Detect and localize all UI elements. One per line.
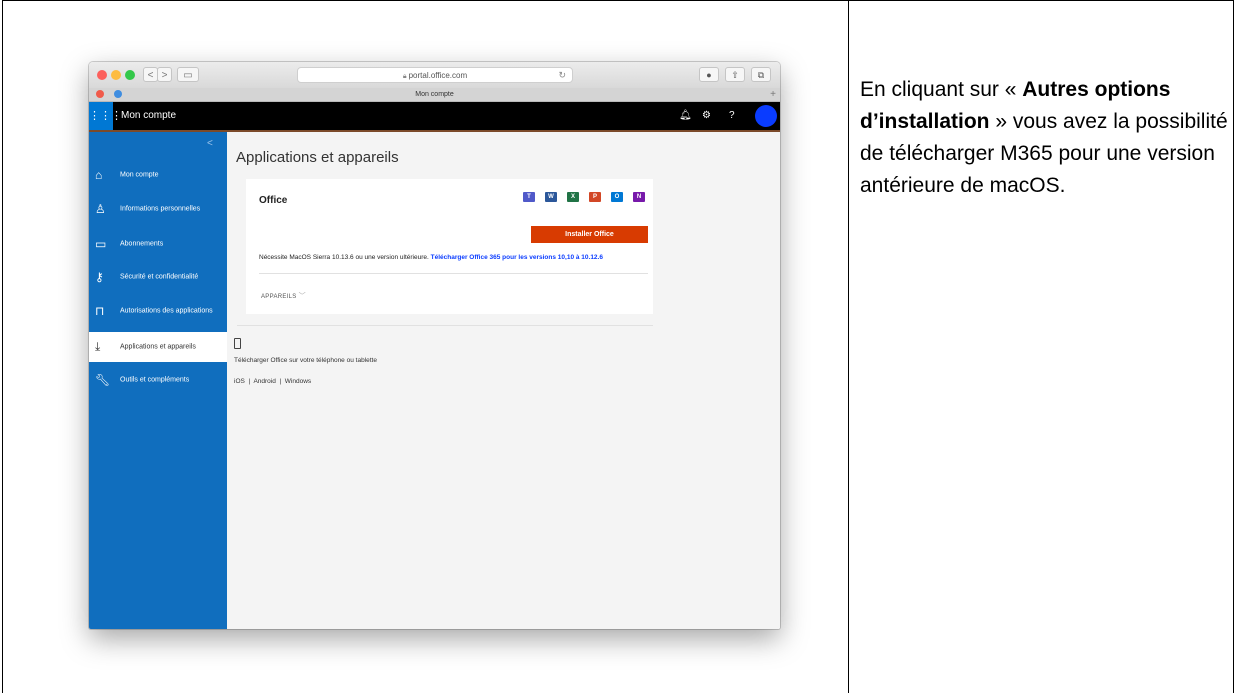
lock-icon: 🔒︎ (402, 73, 407, 80)
minimize-window-button[interactable] (111, 70, 121, 80)
lock-icon: ⊓ (95, 304, 105, 318)
sidebar-toggle-icon: ▭ (183, 70, 193, 81)
sidebar-toggle-button[interactable]: ▭ (177, 67, 199, 82)
divider (259, 273, 648, 274)
person-icon: ♙ (95, 202, 106, 216)
powerpoint-icon: P (589, 192, 601, 202)
table-column-divider (848, 0, 849, 693)
home-icon: ⌂ (95, 168, 103, 182)
sidebar-item-autorisations[interactable]: ⊓ Autorisations des applications (89, 296, 227, 326)
android-link[interactable]: Android (253, 378, 275, 385)
card-icon: ▭ (95, 237, 107, 251)
address-bar[interactable]: 🔒︎ portal.office.com ↻ (297, 67, 573, 83)
sidebar-item-informations-personnelles[interactable]: ♙ Informations personnelles (89, 194, 227, 224)
requirement-text: Nécessite MacOS Sierra 10.13.6 ou une ve… (259, 254, 649, 262)
sidebar-item-mon-compte[interactable]: ⌂ Mon compte (89, 160, 227, 190)
link-separator: | (279, 378, 282, 385)
windows-link[interactable]: Windows (285, 378, 311, 385)
tab-bar: Mon compte + (89, 88, 780, 102)
sidebar-item-outils[interactable]: 🔧︎ Outils et compléments (89, 365, 227, 395)
gear-icon[interactable]: ⚙ (702, 102, 711, 130)
onenote-icon: N (633, 192, 645, 202)
office-card: Office T W X P O N Installer Office Néce… (246, 179, 653, 314)
ios-link[interactable]: iOS (234, 378, 245, 385)
back-button[interactable]: < (143, 67, 158, 82)
tab-title[interactable]: Mon compte (89, 88, 780, 101)
sidebar-item-label: Informations personnelles (120, 205, 201, 213)
help-icon[interactable]: ? (729, 102, 735, 130)
extension-icon[interactable]: ● (699, 67, 719, 82)
platform-links: iOS | Android | Windows (234, 378, 311, 385)
sidebar-item-securite[interactable]: ⚷ Sécurité et confidentialité (89, 262, 227, 292)
requirement-label: Nécessite MacOS Sierra 10.13.6 ou une ve… (259, 254, 429, 261)
install-office-button[interactable]: Installer Office (531, 226, 648, 243)
sidebar-item-applications-et-appareils[interactable]: ⤓ Applications et appareils (89, 332, 227, 362)
mobile-download-text: Télécharger Office sur votre téléphone o… (234, 357, 377, 364)
page-title: Applications et appareils (236, 149, 399, 166)
sidebar-item-label: Autorisations des applications (120, 307, 213, 315)
tabs-overview-icon[interactable]: ⧉ (751, 67, 771, 82)
reload-icon[interactable]: ↻ (558, 68, 566, 83)
teams-icon: T (523, 192, 535, 202)
sidebar-item-label: Mon compte (120, 171, 159, 179)
sidebar-item-label: Applications et appareils (120, 343, 196, 351)
browser-toolbar: < > ▭ 🔒︎ portal.office.com ↻ ● ⇧ ⧉ (89, 62, 780, 89)
outlook-icon: O (611, 192, 623, 202)
devices-expander[interactable]: APPAREILS ﹀ (261, 291, 306, 301)
bell-icon[interactable]: 🔔︎ (679, 102, 692, 130)
new-tab-icon[interactable]: + (770, 88, 776, 101)
chevron-down-icon: ﹀ (298, 293, 306, 300)
sidebar-item-abonnements[interactable]: ▭ Abonnements (89, 229, 227, 259)
phone-icon (234, 338, 241, 349)
app-title[interactable]: Mon compte (121, 102, 176, 130)
collapse-sidebar-icon[interactable]: < (207, 138, 213, 149)
excel-icon: X (567, 192, 579, 202)
app-header: ⋮⋮⋮ Mon compte 🔔︎ ⚙ ? (89, 102, 780, 132)
devices-label: APPAREILS (261, 294, 297, 300)
sidebar-item-label: Outils et compléments (120, 376, 190, 384)
main-content: Applications et appareils Office T W X P… (227, 132, 780, 629)
word-icon: W (545, 192, 557, 202)
sidebar-item-label: Sécurité et confidentialité (120, 273, 199, 281)
sidebar: < ⌂ Mon compte ♙ Informations personnell… (89, 132, 227, 629)
key-icon: ⚷ (95, 270, 104, 284)
maximize-window-button[interactable] (125, 70, 135, 80)
wrench-icon: 🔧︎ (95, 373, 111, 387)
caption-text-start: En cliquant sur « (860, 78, 1023, 101)
office-card-title: Office (259, 195, 288, 206)
instruction-caption: En cliquant sur « Autres options d’insta… (860, 74, 1228, 202)
url-text: portal.office.com (408, 71, 468, 80)
link-separator: | (248, 378, 251, 385)
older-versions-link[interactable]: Télécharger Office 365 pour les versions… (431, 254, 603, 261)
sidebar-item-label: Abonnements (120, 240, 164, 248)
avatar[interactable] (755, 105, 777, 127)
app-launcher-icon[interactable]: ⋮⋮⋮ (89, 102, 122, 130)
forward-button[interactable]: > (157, 67, 172, 82)
share-icon[interactable]: ⇧ (725, 67, 745, 82)
close-window-button[interactable] (97, 70, 107, 80)
download-icon: ⤓ (95, 339, 101, 354)
divider (237, 325, 653, 326)
browser-window: < > ▭ 🔒︎ portal.office.com ↻ ● ⇧ ⧉ Mon co… (89, 62, 780, 629)
